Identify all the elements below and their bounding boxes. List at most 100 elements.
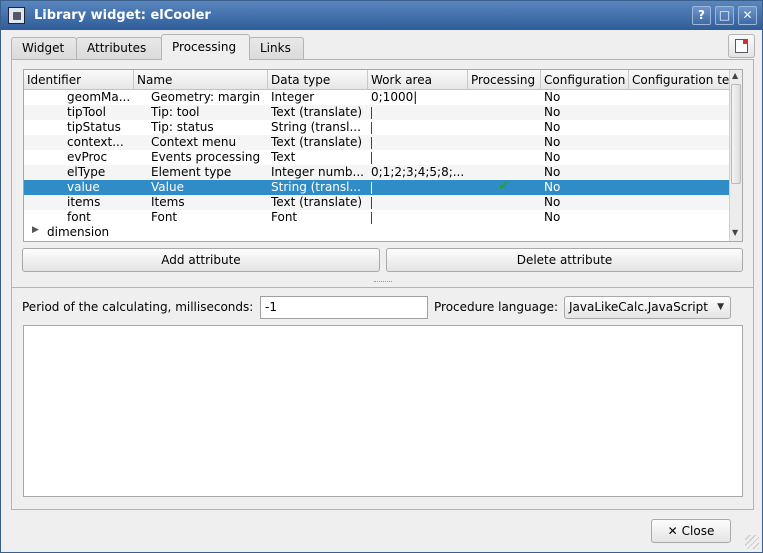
table-row[interactable]: evProc Events processing Text No [24, 150, 729, 165]
column-header-name[interactable]: Name [134, 70, 268, 90]
group-row[interactable]: ▶ dimension [24, 225, 729, 240]
scroll-thumb[interactable] [731, 84, 741, 184]
close-window-button[interactable]: ✕ [738, 6, 757, 25]
period-input[interactable]: -1 [260, 296, 428, 319]
cell-data-type: Text [271, 150, 296, 164]
table-row[interactable]: value Value String (transl... ✔ No [24, 180, 729, 195]
cell-configuration: No [544, 180, 561, 194]
tab-links[interactable]: Links [249, 37, 304, 60]
splitter-grip [374, 281, 392, 282]
cell-work-area [368, 105, 468, 120]
table-header: Identifier Name Data type Work area Proc… [24, 70, 729, 90]
cell-identifier: font [67, 210, 91, 224]
scroll-up-arrow-icon[interactable]: ▲ [732, 71, 738, 80]
close-button[interactable]: ✕ Close [651, 519, 731, 543]
cell-name: Tip: tool [151, 105, 200, 119]
app-icon [8, 7, 25, 24]
cell-processing [468, 120, 541, 135]
corner-doc-button[interactable] [728, 34, 755, 58]
column-header-processing[interactable]: Processing [468, 70, 541, 90]
cell-work-area: 0;1000| [371, 90, 418, 104]
group-row-label: dimension [47, 225, 110, 239]
column-header-configuration-template[interactable]: Configuration te [629, 70, 729, 90]
cell-configuration: No [544, 165, 561, 179]
procedure-language-select[interactable]: JavaLikeCalc.JavaScript ▼ [564, 296, 731, 319]
tab-processing[interactable]: Processing [161, 34, 250, 60]
cell-data-type: Text (translate) [271, 105, 363, 119]
cell-name: Events processing [151, 150, 261, 164]
cell-work-area [368, 180, 468, 195]
size-grip[interactable] [745, 535, 759, 549]
tab-widget[interactable]: Widget [11, 37, 77, 60]
table-vertical-scrollbar[interactable]: ▲ ▼ [729, 70, 742, 241]
table-row[interactable]: geomMa... Geometry: margin Integer 0;1000| N… [24, 90, 729, 105]
cell-processing [468, 195, 541, 210]
cell-configuration: No [544, 90, 561, 104]
panel-splitter[interactable] [11, 278, 754, 287]
cell-processing [468, 90, 541, 105]
cell-name: Font [151, 210, 178, 224]
title-bar[interactable]: Library widget: elCooler ? □ ✕ [1, 1, 762, 30]
cell-processing [468, 105, 541, 120]
table-row[interactable]: elType Element type Integer numb... 0;1;2;3… [24, 165, 729, 180]
column-header-configuration[interactable]: Configuration [541, 70, 629, 90]
cell-data-type: String (transl... [271, 180, 361, 194]
add-attribute-button[interactable]: Add attribute [22, 248, 380, 272]
procedure-language-value: JavaLikeCalc.JavaScript [569, 300, 708, 314]
cell-data-type: Integer [271, 90, 315, 104]
expand-arrow-icon[interactable]: ▶ [32, 225, 39, 235]
column-header-work-area[interactable]: Work area [368, 70, 468, 90]
cell-name: Items [151, 195, 185, 209]
cell-data-type: Text (translate) [271, 135, 363, 149]
cell-data-type: Font [271, 210, 298, 224]
library-widget-window: Library widget: elCooler ? □ ✕ Widget At… [0, 0, 763, 553]
cell-configuration: No [544, 120, 561, 134]
cell-name: Element type [151, 165, 232, 179]
cell-data-type: Text (translate) [271, 195, 363, 209]
table-row[interactable]: context... Context menu Text (translate) No [24, 135, 729, 150]
column-header-data-type[interactable]: Data type [268, 70, 368, 90]
procedure-language-label: Procedure language: [434, 300, 559, 314]
table-row[interactable]: tipTool Tip: tool Text (translate) No [24, 105, 729, 120]
window-title: Library widget: elCooler [34, 8, 211, 23]
cell-identifier: context... [67, 135, 124, 149]
cell-identifier: elType [67, 165, 106, 179]
tab-attributes[interactable]: Attributes [76, 37, 162, 60]
cell-work-area [368, 120, 468, 135]
maximize-button[interactable]: □ [715, 6, 734, 25]
cell-configuration: No [544, 105, 561, 119]
cell-identifier: tipTool [67, 105, 106, 119]
cell-identifier: evProc [67, 150, 108, 164]
cell-processing [468, 150, 541, 165]
cell-configuration: No [544, 195, 561, 209]
cell-configuration: No [544, 135, 561, 149]
close-button-label: Close [681, 524, 715, 538]
period-label: Period of the calculating, milliseconds: [22, 300, 254, 314]
procedure-text-editor[interactable] [23, 325, 743, 497]
cell-identifier: value [67, 180, 100, 194]
attributes-table[interactable]: Identifier Name Data type Work area Proc… [23, 69, 743, 242]
scroll-down-arrow-icon[interactable]: ▼ [732, 228, 738, 237]
cell-processing: ✔ [468, 180, 541, 195]
cell-configuration: No [544, 150, 561, 164]
cell-identifier: tipStatus [67, 120, 121, 134]
table-row[interactable]: tipStatus Tip: status String (transl... No [24, 120, 729, 135]
cell-name: Tip: status [151, 120, 214, 134]
cell-work-area [368, 210, 468, 225]
cell-name: Geometry: margin [151, 90, 261, 104]
column-header-identifier[interactable]: Identifier [24, 70, 134, 90]
cell-identifier: items [67, 195, 101, 209]
cell-name: Context menu [151, 135, 237, 149]
cell-work-area: 0;1;2;3;4;5;8;... [371, 165, 465, 179]
help-button[interactable]: ? [692, 6, 711, 25]
cell-work-area [368, 135, 468, 150]
table-row[interactable]: font Font Font No [24, 210, 729, 225]
cell-processing [468, 165, 541, 180]
cell-processing [468, 135, 541, 150]
delete-attribute-button[interactable]: Delete attribute [386, 248, 743, 272]
table-row[interactable]: items Items Text (translate) No [24, 195, 729, 210]
cell-data-type: String (transl... [271, 120, 361, 134]
checkmark-icon[interactable]: ✔ [498, 180, 510, 194]
document-icon [735, 39, 748, 53]
close-icon: ✕ [667, 524, 678, 538]
